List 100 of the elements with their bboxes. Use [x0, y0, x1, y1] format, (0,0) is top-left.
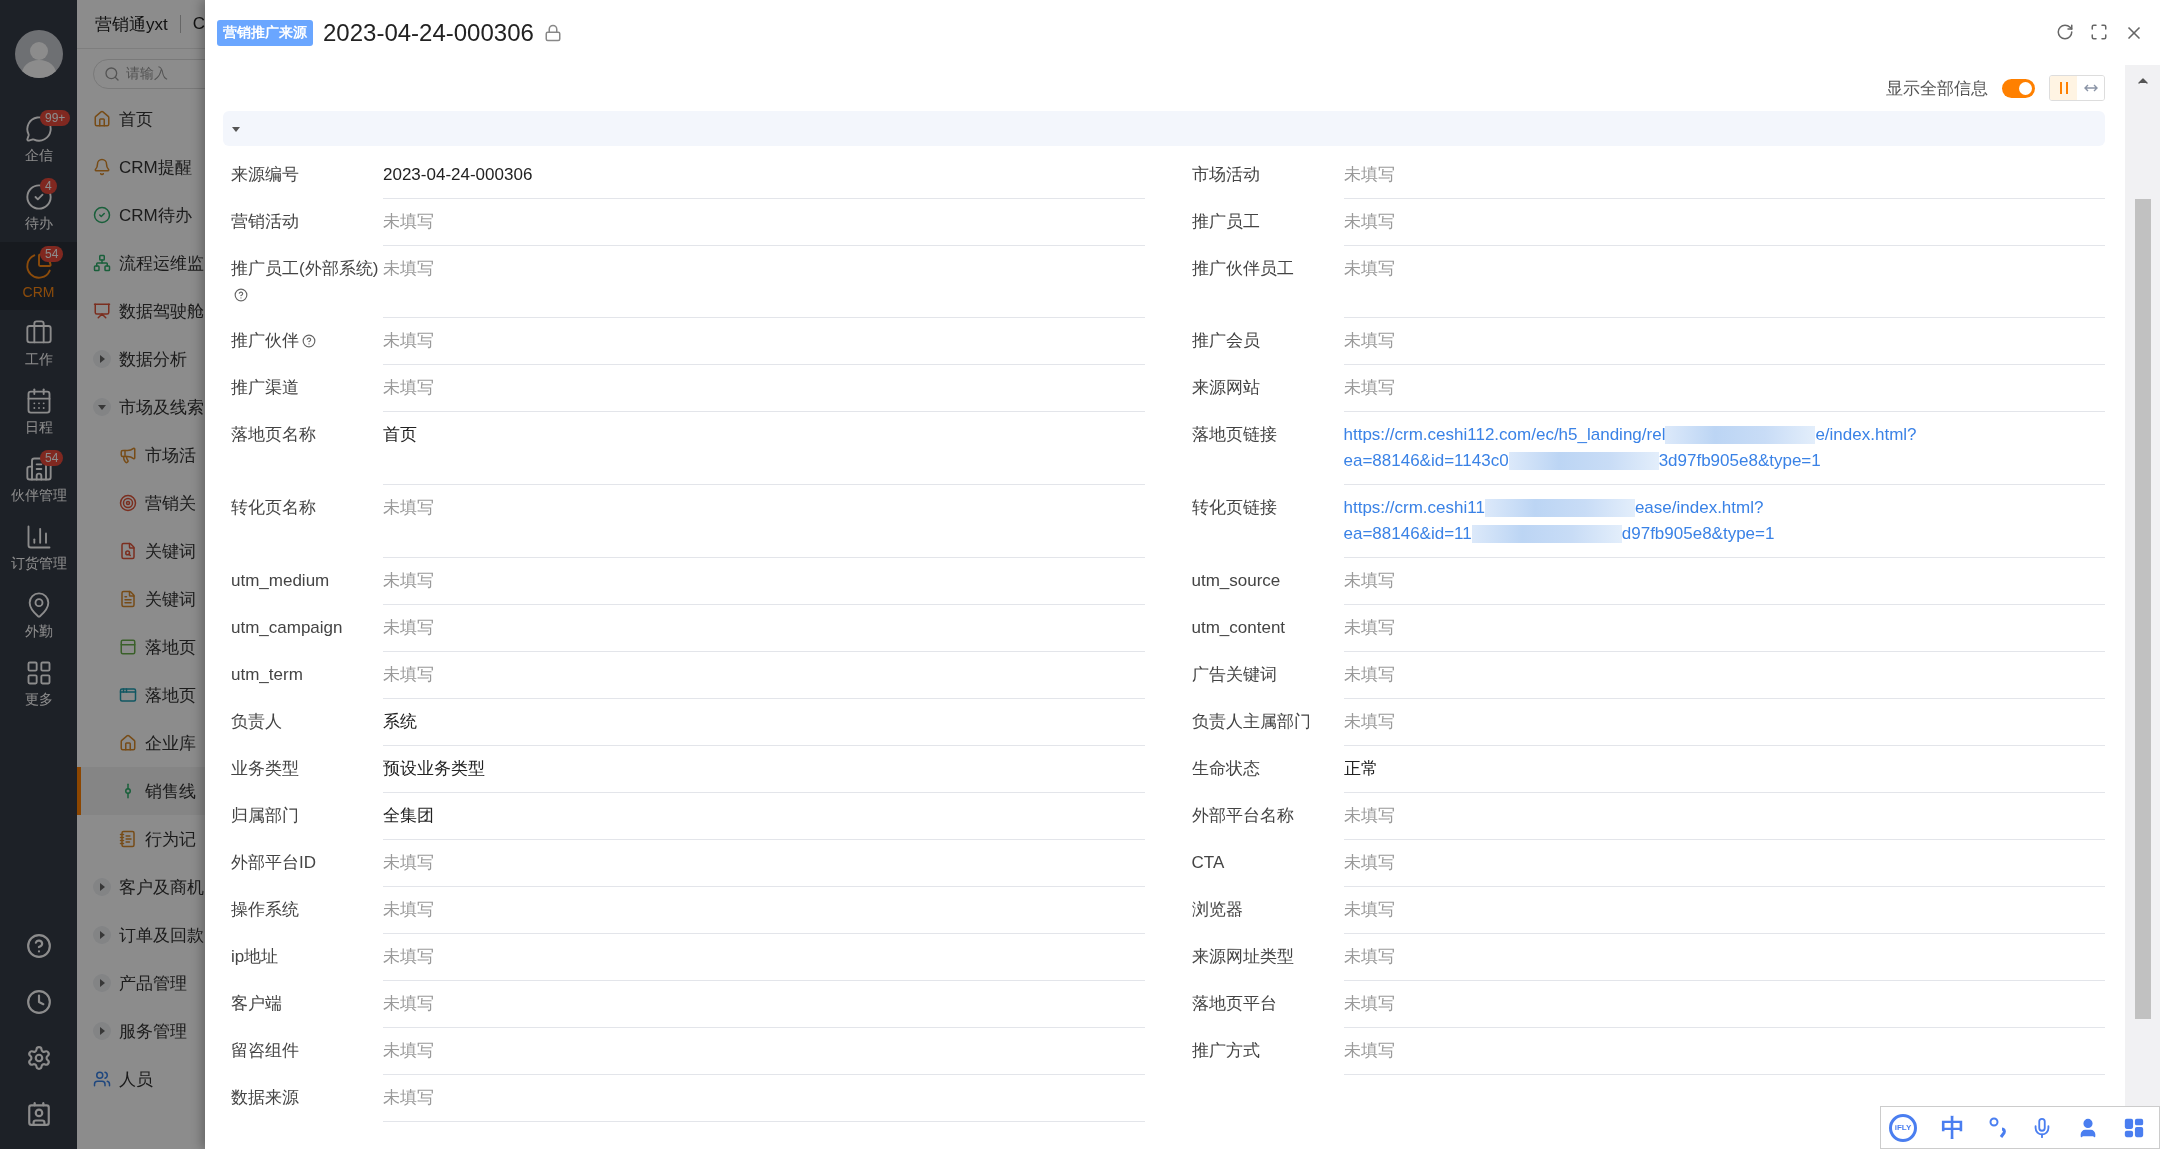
field-label: 来源网站 — [1190, 377, 1261, 399]
field-label: 操作系统 — [230, 899, 300, 921]
field-label: 推广渠道 — [230, 377, 300, 399]
nav-icon — [119, 638, 137, 656]
nav-icon — [93, 158, 111, 176]
rail-item[interactable]: 待办 4 — [0, 174, 77, 242]
field-value: 未填写 — [1343, 947, 1395, 966]
nav-item[interactable]: 企业库 — [77, 719, 205, 767]
field-label: 推广员工(外部系统) — [223, 246, 383, 318]
double-arrow-icon — [2082, 83, 2099, 93]
field-value: 未填写 — [383, 947, 434, 966]
field-value: 未填写 — [383, 571, 434, 590]
field-label: 推广伙伴员工 — [1190, 258, 1295, 280]
field-value: 首页 — [383, 425, 417, 444]
app-title: 营销通yxt — [95, 13, 168, 36]
language-mode[interactable]: 中 — [1941, 1111, 1965, 1144]
rail-item[interactable]: 更多 — [0, 650, 77, 718]
nav-icon — [93, 110, 111, 128]
field-label: 外部平台名称 — [1190, 805, 1295, 827]
field-value: 未填写 — [383, 331, 434, 350]
show-all-toggle[interactable] — [2002, 78, 2035, 98]
nav-icon — [93, 206, 111, 224]
nav-group[interactable]: 订单及回款 — [77, 911, 205, 959]
nav-group[interactable]: 数据分析 — [77, 335, 205, 383]
field-label: 推广会员 — [1190, 330, 1261, 352]
nav-item[interactable]: CRM待办 — [77, 191, 205, 239]
apps-icon[interactable] — [2123, 1116, 2145, 1139]
nav-item[interactable]: 销售线 — [77, 767, 205, 815]
ifly-logo[interactable]: iFLY — [1889, 1113, 1917, 1142]
clock-icon[interactable] — [25, 989, 52, 1015]
nav-icon — [119, 590, 137, 608]
show-all-label: 显示全部信息 — [1886, 77, 1988, 100]
field-value: 未填写 — [383, 498, 434, 517]
nav-icon — [119, 542, 137, 560]
nav-group[interactable]: 产品管理 — [77, 959, 205, 1007]
contact-icon[interactable] — [25, 1101, 52, 1127]
triangle-icon — [98, 403, 106, 411]
triangle-icon — [98, 931, 106, 939]
nav-item[interactable]: 数据驾驶舱 — [77, 287, 205, 335]
field-label: 广告关键词 — [1190, 664, 1278, 686]
field-label: 客户端 — [230, 993, 283, 1015]
field-label: utm_content — [1190, 617, 1287, 639]
field-label: 市场活动 — [1190, 164, 1261, 186]
field-value: 未填写 — [383, 378, 434, 397]
avatar[interactable] — [14, 30, 63, 78]
rail-item[interactable]: 工作 — [0, 310, 77, 378]
nav-group[interactable]: 客户及商机 — [77, 863, 205, 911]
nav-icon — [93, 1070, 111, 1088]
record-type-tag: 营销推广来源 — [217, 19, 313, 46]
field-value: 预设业务类型 — [383, 759, 485, 778]
field-value: 未填写 — [1343, 900, 1395, 919]
fullscreen-icon[interactable] — [2090, 22, 2108, 41]
help-icon[interactable] — [302, 334, 316, 348]
triangle-icon — [98, 883, 106, 891]
link[interactable]: https://crm.ceshi11 ease/index.html? ea=88146&id=11 d97fb905e8&type=1 — [1343, 495, 2105, 547]
field-value: 系统 — [383, 712, 417, 731]
rail-item[interactable]: 日程 — [0, 378, 77, 446]
field-value: 未填写 — [383, 853, 434, 872]
rail-item[interactable]: CRM 54 — [0, 242, 77, 310]
rail-item[interactable]: 企信 99+ — [0, 106, 77, 174]
nav-item[interactable]: 落地页 — [77, 623, 205, 671]
todo-icon — [24, 183, 53, 211]
nav-item[interactable]: 落地页 — [77, 671, 205, 719]
nav-icon — [93, 254, 111, 272]
nav-item[interactable]: 人员 — [77, 1055, 205, 1103]
nav-item[interactable]: 营销关 — [77, 479, 205, 527]
field-label: 推广伙伴 — [223, 318, 383, 365]
nav-item[interactable]: CRM提醒 — [77, 143, 205, 191]
field-label: 落地页名称 — [230, 424, 317, 446]
field-value: 未填写 — [1343, 665, 1395, 684]
scrollbar-thumb[interactable] — [2134, 199, 2151, 1019]
field-value: 未填写 — [1343, 571, 1395, 590]
nav-item[interactable]: 行为记 — [77, 815, 205, 863]
help-icon[interactable] — [234, 288, 248, 302]
nav-group[interactable]: 市场及线索 — [77, 383, 205, 431]
count-badge: 99+ — [40, 110, 71, 126]
refresh-icon[interactable] — [2056, 22, 2074, 41]
field-value: 未填写 — [1343, 712, 1395, 731]
punctuation-icon[interactable] — [1989, 1116, 2007, 1139]
count-badge: 54 — [40, 450, 64, 466]
field-label: utm_medium — [230, 570, 331, 592]
field-value: 未填写 — [383, 665, 434, 684]
nav-group[interactable]: 服务管理 — [77, 1007, 205, 1055]
settings-icon[interactable] — [25, 1045, 52, 1071]
lock-icon[interactable] — [543, 23, 562, 42]
rail-item[interactable]: 订货管理 — [0, 514, 77, 582]
rail-item[interactable]: 外勤 — [0, 582, 77, 650]
nav-item[interactable]: 关键词 — [77, 575, 205, 623]
nav-item[interactable]: 流程运维监 — [77, 239, 205, 287]
field-value: 未填写 — [383, 994, 434, 1013]
link[interactable]: https://crm.ceshi112.com/ec/h5_landing/rel e/index.html? ea=88146&id=1143c0 3d97fb905e8&type=1 — [1343, 422, 2105, 474]
triangle-icon — [98, 979, 106, 987]
nav-item[interactable]: 关键词 — [77, 527, 205, 575]
field-label: 营销活动 — [230, 211, 300, 233]
field-label: 数据来源 — [230, 1087, 300, 1109]
nav-item[interactable]: 市场活 — [77, 431, 205, 479]
field-label: 留咨组件 — [230, 1040, 300, 1062]
record-title: 2023-04-24-000306 — [323, 18, 534, 47]
rail-item[interactable]: 伙伴管理 54 — [0, 446, 77, 514]
nav-item[interactable]: 首页 — [77, 95, 205, 143]
